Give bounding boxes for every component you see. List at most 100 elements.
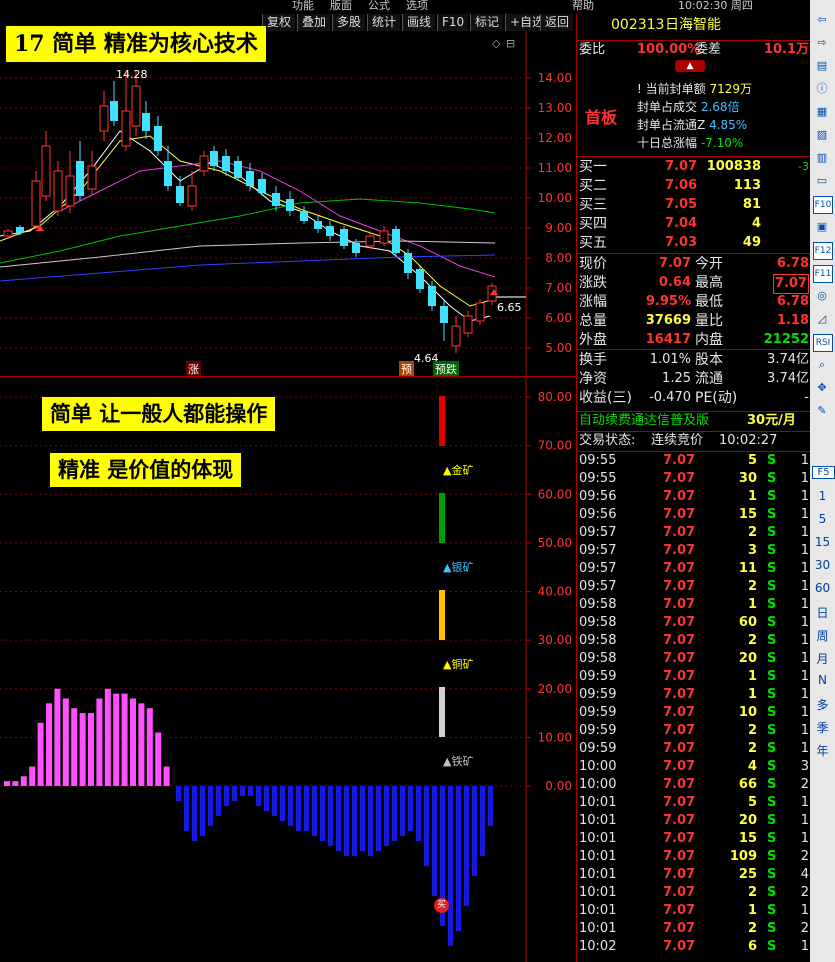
back-button[interactable]: 返回 [540,14,574,31]
pen-icon[interactable]: ✎ [813,403,831,419]
bid-row[interactable]: 买五 7.03 49 [577,234,811,252]
tool-rsi[interactable]: RSI [813,334,833,352]
collapse-panel-icon[interactable]: ▲ [675,60,705,72]
trade-status-row: 交易状态: 连续竞价 10:02:27 [577,431,811,450]
candle [314,216,322,233]
candle [154,116,162,156]
histogram-bar-neg [320,786,325,841]
ruler-icon[interactable]: ▤ [813,58,831,74]
grid-icon[interactable]: ▦ [813,104,831,120]
sep-3 [577,349,811,350]
price-tick: 7.00 [545,281,572,295]
period-tool-1[interactable]: 1 [812,489,833,503]
sep-2 [577,253,811,254]
candle [463,311,473,337]
period-tool-6[interactable]: 日 [812,604,833,621]
chart-icon[interactable]: ▨ [813,127,831,143]
candle [416,266,424,293]
pane-divider[interactable] [0,376,576,377]
collapse-icon[interactable]: ⊟ [506,37,515,50]
tick-row: 10:01 7.07 15 S 1 [579,831,809,846]
period-tool-5[interactable]: 60 [812,581,833,595]
histogram-bar-neg [216,786,221,816]
diamond-icon[interactable]: ◇ [492,37,500,50]
histogram-bar-neg [408,786,413,831]
price-tick: 10.00 [538,191,572,205]
bid-row[interactable]: 买二 7.06 113 [577,177,811,195]
histogram-bar-neg [400,786,405,836]
indicator-tick: 30.00 [538,633,572,647]
tick-row: 09:59 7.07 1 S 1 [579,687,809,702]
bid-row[interactable]: 买四 7.04 4 [577,215,811,233]
candle [142,101,150,139]
multi-stock-button[interactable]: 多股 [332,14,366,31]
period-tool-2[interactable]: 5 [812,512,833,526]
menu-item-layout[interactable]: 版面 [330,0,352,13]
period-tool-0[interactable]: F5 [812,466,835,479]
trend-icon[interactable]: ◿ [813,311,831,327]
tool-f12[interactable]: F12 [813,242,833,260]
legend-silver: ▲银矿 [443,561,474,574]
histogram-bar-pos [62,698,69,786]
bid-row[interactable]: 买一 7.07 100838 -3 [577,158,811,176]
period-tool-3[interactable]: 15 [812,535,833,549]
draw-line-button[interactable]: 画线 [402,14,436,31]
mark-button[interactable]: 标记 [470,14,504,31]
menu-item-function[interactable]: 功能 [292,0,314,13]
back-icon[interactable]: ⇦ [813,12,831,28]
histogram-bar-pos [71,708,78,786]
ad-row[interactable]: 自动续费通达信普及版 30元/月 [577,411,811,430]
period-tool-7[interactable]: 周 [812,627,833,644]
histogram-bar-pos [138,703,145,786]
legend-gold: ▲金矿 [443,464,474,477]
histogram-bar-neg [432,786,437,896]
price-tick: 8.00 [545,251,572,265]
histogram-bar-neg [392,786,397,841]
seal-info-row: ! 当前封单额 7129万 [637,82,753,96]
kline-chart[interactable]: 14.00 13.00 12.00 11.00 10.00 9.00 8.00 7.00 6.0… [0,31,576,375]
sep-1 [577,156,811,157]
bid-row[interactable]: 买三 7.05 81 [577,196,811,214]
candle [187,171,197,211]
period-tool-4[interactable]: 30 [812,558,833,572]
period-tool-9[interactable]: N [812,673,833,687]
period-tool-11[interactable]: 季 [812,719,833,736]
marker-yudie: 预跌 [433,361,459,377]
stats-button[interactable]: 统计 [367,14,401,31]
menu-item-formula[interactable]: 公式 [368,0,390,13]
menu-item-options[interactable]: 选项 [406,0,428,13]
period-tool-12[interactable]: 年 [812,742,833,759]
page-icon[interactable]: ▭ [813,173,831,189]
fuquan-button[interactable]: 复权 [262,14,296,31]
period-tool-8[interactable]: 月 [812,650,833,667]
histogram-bar-neg [280,786,285,821]
target-icon[interactable]: ◎ [813,288,831,304]
histogram-bar-neg [464,786,469,906]
candle [300,206,308,224]
forward-icon[interactable]: ⇨ [813,35,831,51]
candle [99,91,109,141]
candle [210,146,218,171]
banner-line1: 简单 让一般人都能操作 [42,397,276,431]
indicator-tick: 80.00 [538,390,572,404]
move-icon[interactable]: ✥ [813,380,831,396]
candle-icon[interactable]: ▥ [813,150,831,166]
menu-item-help[interactable]: 帮助 [572,0,594,13]
period-tool-10[interactable]: 多 [812,696,833,713]
indicator-tick: 50.00 [538,536,572,550]
f10-button[interactable]: F10 [437,14,469,31]
candle [404,249,412,279]
info-icon[interactable]: ⓘ [813,81,831,97]
histogram-bar-pos [4,781,10,786]
zoom-icon[interactable]: ⌕ [813,357,831,373]
overlay-button[interactable]: 叠加 [297,14,331,31]
tick-row: 10:01 7.07 25 S 4 [579,867,809,882]
candle [475,299,485,325]
high-price-label: 14.28 [116,68,148,81]
doc-icon[interactable]: ▣ [813,219,831,235]
candle [379,226,389,246]
tool-f10[interactable]: F10 [813,196,833,214]
tool-f11[interactable]: F11 [813,265,833,283]
tick-row: 10:01 7.07 109 S 2 [579,849,809,864]
marker-zhang: 涨 [186,361,201,377]
